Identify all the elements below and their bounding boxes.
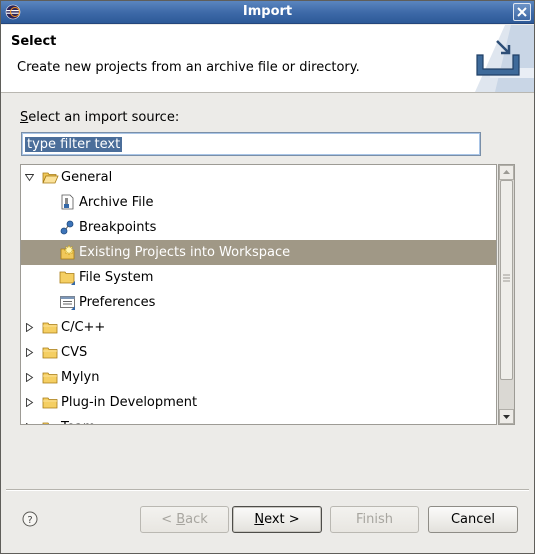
preferences-icon <box>60 296 75 310</box>
tree-item-file-system[interactable]: File System <box>21 265 496 290</box>
tree-item-preferences[interactable]: Preferences <box>21 290 496 315</box>
close-icon <box>517 7 527 17</box>
import-source-label-text: elect an import source: <box>28 110 180 125</box>
tree-item-label: CVS <box>61 345 88 360</box>
next-button-mnemonic: N <box>254 512 265 527</box>
folder-icon <box>42 322 58 334</box>
breakpoints-icon <box>60 220 74 235</box>
existing-projects-icon <box>60 244 75 260</box>
import-tray-icon <box>475 25 535 92</box>
tree-item-breakpoints[interactable]: Breakpoints <box>21 215 496 240</box>
collapsed-twistie-icon[interactable] <box>25 348 34 357</box>
tree-item-label: Existing Projects into Workspace <box>79 245 291 260</box>
tree-scrollbar[interactable] <box>498 164 515 425</box>
collapsed-twistie-icon[interactable] <box>25 423 34 425</box>
finish-button-label: Finish <box>355 512 393 527</box>
cancel-button[interactable]: Cancel <box>428 506 518 533</box>
wizard-header: Select Create new projects from an archi… <box>0 25 535 93</box>
tree-item-label: General <box>61 170 113 185</box>
folder-open-icon <box>42 172 59 184</box>
filter-text: type filter text <box>25 137 123 152</box>
archive-file-icon <box>61 194 74 210</box>
back-button[interactable]: < Back <box>140 506 229 533</box>
tree-item-team[interactable]: Team <box>21 415 496 425</box>
grip-icon <box>503 274 510 282</box>
tree-item-label: Plug-in Development <box>61 395 198 410</box>
finish-button[interactable]: Finish <box>330 506 419 533</box>
arrow-up-icon <box>503 170 510 174</box>
tree-item-label: Preferences <box>79 295 156 310</box>
arrow-down-icon <box>503 415 510 419</box>
tree-item-archive-file[interactable]: Archive File <box>21 190 496 215</box>
scroll-thumb[interactable] <box>500 180 513 380</box>
collapsed-twistie-icon[interactable] <box>25 323 34 332</box>
scroll-down-button[interactable] <box>499 409 514 424</box>
back-button-mnemonic: B <box>176 512 186 527</box>
tree-item-plugin-development[interactable]: Plug-in Development <box>21 390 496 415</box>
button-bar-separator <box>6 489 529 491</box>
window-title: Import <box>242 4 293 19</box>
next-button-suffix: ext > <box>264 512 300 527</box>
tree-item-mylyn[interactable]: Mylyn <box>21 365 496 390</box>
import-source-label: Select an import source: <box>20 110 179 125</box>
folder-icon <box>42 347 58 359</box>
tree-item-general[interactable]: General <box>21 165 496 190</box>
folder-icon <box>42 422 50 424</box>
tree-item-label: File System <box>79 270 154 285</box>
tree-item-label: Archive File <box>79 195 154 210</box>
filter-input[interactable]: type filter text <box>21 132 481 156</box>
file-system-folder-icon <box>59 271 75 285</box>
tree-item-cvs[interactable]: CVS <box>21 340 496 365</box>
folder-icon <box>42 397 58 409</box>
collapsed-twistie-icon[interactable] <box>25 373 34 382</box>
tree-item-label: Mylyn <box>61 370 100 385</box>
close-button[interactable] <box>513 3 531 21</box>
tree-item-cpp[interactable]: C/C++ <box>21 315 496 340</box>
back-button-suffix: ack <box>185 512 208 527</box>
tree-item-label: Team <box>61 415 95 424</box>
collapsed-twistie-icon[interactable] <box>25 398 34 407</box>
page-title: Select <box>11 34 57 49</box>
tree-item-label: C/C++ <box>61 320 106 335</box>
import-source-tree[interactable]: General Archive File Breakpoints Existin… <box>20 164 497 425</box>
title-bar[interactable]: Import <box>0 0 535 24</box>
back-button-prefix: < <box>161 512 177 527</box>
page-description: Create new projects from an archive file… <box>17 60 360 75</box>
tree-item-existing-projects[interactable]: Existing Projects into Workspace <box>21 240 496 265</box>
cancel-button-label: Cancel <box>450 512 496 527</box>
expanded-twistie-icon[interactable] <box>25 173 34 182</box>
tree-item-label: Breakpoints <box>79 220 157 235</box>
svg-text:?: ? <box>27 515 32 526</box>
scroll-up-button[interactable] <box>499 165 514 180</box>
next-button[interactable]: Next > <box>232 506 322 533</box>
folder-icon <box>42 372 58 384</box>
help-icon[interactable]: ? <box>22 511 38 527</box>
